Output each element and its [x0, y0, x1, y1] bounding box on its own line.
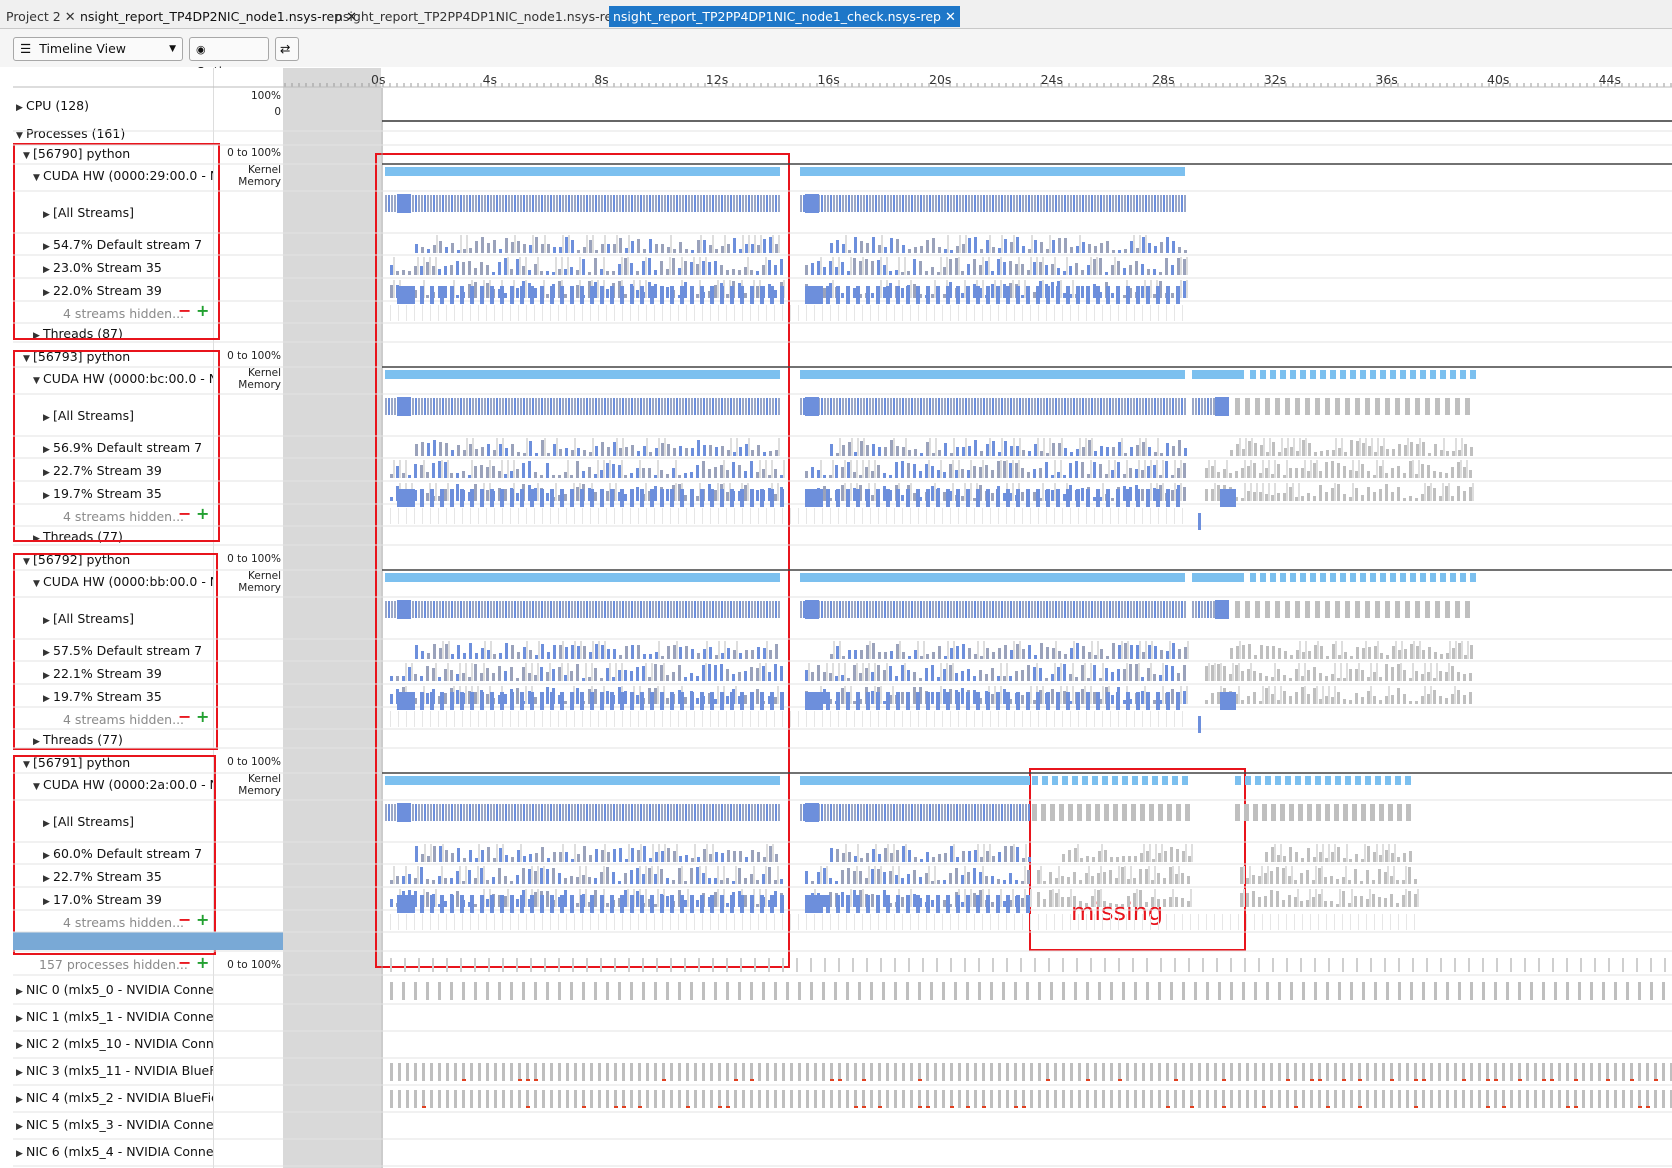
tab-project[interactable]: Project 2 ✕: [2, 6, 80, 27]
toolbar: ☰ Timeline View ▼ ◉ Options... ⇄: [0, 29, 1672, 79]
menu-icon: ☰: [20, 41, 32, 56]
range-label: 0 to 100%: [227, 756, 281, 768]
row-nic[interactable]: ▶NIC 2 (mlx5_10 - NVIDIA ConnectX: [13, 1036, 213, 1051]
row-nic[interactable]: ▶NIC 0 (mlx5_0 - NVIDIA ConnectX-: [13, 982, 213, 997]
chevron-right-icon[interactable]: ▶: [16, 1014, 26, 1024]
row-nic[interactable]: ▶NIC 1 (mlx5_1 - NVIDIA ConnectX-: [13, 1009, 213, 1024]
kernel-label: Kernel: [248, 164, 281, 176]
memory-label: Memory: [238, 176, 281, 188]
row-label: NIC 1 (mlx5_1 - NVIDIA ConnectX-: [26, 1009, 213, 1024]
kernel-memory-label: Kernel Memory: [213, 773, 281, 797]
cpu-scale: 100% 0: [213, 90, 283, 118]
kernel-memory-label: Kernel Memory: [213, 164, 281, 188]
row-label: Processes (161): [26, 126, 126, 141]
annotation-box-process-3: [13, 553, 218, 750]
ruler-tick: 36s: [1375, 72, 1398, 87]
chevron-right-icon[interactable]: ▶: [16, 1149, 26, 1159]
ruler-tick: 4s: [482, 72, 498, 87]
range-label: 0 to 100%: [227, 959, 281, 971]
kernel-label: Kernel: [248, 570, 281, 582]
tab-label: nsight_report_TP2PP4DP1NIC_node1.nsys-re…: [335, 9, 621, 24]
memory-label: Memory: [238, 582, 281, 594]
kernel-memory-label: Kernel Memory: [213, 570, 281, 594]
tab-report-check[interactable]: nsight_report_TP2PP4DP1NIC_node1_check.n…: [609, 6, 960, 27]
chevron-right-icon[interactable]: ▶: [16, 1095, 26, 1105]
row-nic[interactable]: ▶NIC 5 (mlx5_3 - NVIDIA ConnectX-: [13, 1117, 213, 1132]
annotation-box-timeline-range: [375, 153, 790, 968]
close-icon[interactable]: ✕: [945, 10, 956, 25]
row-cpu[interactable]: ▶ CPU (128): [13, 98, 213, 113]
swap-icon: ⇄: [280, 41, 291, 56]
row-label: NIC 3 (mlx5_11 - NVIDIA BlueField: [26, 1063, 213, 1078]
tab-bar: Project 2 ✕ nsight_report_TP4DP2NIC_node1…: [0, 0, 1672, 29]
kernel-label: Kernel: [248, 773, 281, 785]
row-label: 157 processes hidden...: [39, 957, 188, 972]
view-selector[interactable]: ☰ Timeline View ▼: [13, 37, 183, 61]
plus-icon[interactable]: +: [196, 953, 209, 972]
row-nic[interactable]: ▶NIC 6 (mlx5_4 - NVIDIA ConnectX-: [13, 1144, 213, 1159]
tab-report-tp4dp2nic[interactable]: nsight_report_TP4DP2NIC_node1.nsys-rep ✕: [76, 6, 361, 27]
range-label: 0 to 100%: [227, 553, 281, 565]
chevron-right-icon[interactable]: ▶: [16, 1041, 26, 1051]
kernel-memory-label: Kernel Memory: [213, 367, 281, 391]
row-scale-pane: [213, 68, 284, 1168]
view-label: Timeline View: [39, 41, 126, 56]
memory-label: Memory: [238, 785, 281, 797]
tab-label: nsight_report_TP2PP4DP1NIC_node1_check.n…: [613, 9, 941, 24]
tab-label: nsight_report_TP4DP2NIC_node1.nsys-rep: [80, 9, 343, 24]
row-processes[interactable]: ▼ Processes (161): [13, 126, 213, 141]
annotation-box-process-1: [13, 143, 220, 340]
chevron-down-icon: ▼: [169, 44, 176, 54]
row-label: NIC 4 (mlx5_2 - NVIDIA BlueField-3: [26, 1090, 213, 1105]
ruler-tick: 44s: [1598, 72, 1622, 87]
chevron-right-icon[interactable]: ▶: [16, 1068, 26, 1078]
row-label: NIC 6 (mlx5_4 - NVIDIA ConnectX-: [26, 1144, 213, 1159]
ruler-tick: 32s: [1263, 72, 1287, 87]
eye-icon: ◉: [196, 43, 206, 56]
scale-bottom: 0: [274, 106, 281, 118]
pre-start-region: [283, 68, 381, 1168]
missing-label: missing: [1071, 898, 1164, 926]
ruler-tick: 8s: [594, 72, 609, 87]
row-nic[interactable]: ▶NIC 3 (mlx5_11 - NVIDIA BlueField: [13, 1063, 213, 1078]
row-label: NIC 0 (mlx5_0 - NVIDIA ConnectX-: [26, 982, 213, 997]
minus-icon[interactable]: −: [178, 953, 191, 972]
row-label: CPU (128): [26, 98, 90, 113]
ruler-tick: 40s: [1487, 72, 1510, 87]
chevron-right-icon[interactable]: ▶: [16, 987, 26, 997]
kernel-label: Kernel: [248, 367, 281, 379]
chevron-right-icon[interactable]: ▶: [16, 1122, 26, 1132]
memory-label: Memory: [238, 379, 281, 391]
chevron-right-icon[interactable]: ▶: [16, 103, 26, 113]
annotation-box-process-2: [13, 350, 220, 542]
ruler-tick: 12s: [705, 72, 729, 87]
tab-label: Project 2: [6, 9, 61, 24]
options-button[interactable]: ◉ Options...: [189, 37, 269, 79]
ruler-tick: 24s: [1040, 72, 1064, 87]
row-label: NIC 5 (mlx5_3 - NVIDIA ConnectX-: [26, 1117, 213, 1132]
ruler-tick: 16s: [817, 72, 840, 87]
ruler-tick: 0s: [371, 72, 386, 87]
row-nic[interactable]: ▶NIC 4 (mlx5_2 - NVIDIA BlueField-3: [13, 1090, 213, 1105]
close-icon[interactable]: ✕: [65, 10, 76, 25]
scale-top: 100%: [250, 90, 281, 102]
ruler-tick: 28s: [1152, 72, 1175, 87]
swap-button[interactable]: ⇄: [275, 37, 299, 61]
range-label: 0 to 100%: [227, 147, 281, 159]
chevron-down-icon[interactable]: ▼: [16, 131, 26, 141]
annotation-box-process-4: [13, 755, 216, 955]
row-label: NIC 2 (mlx5_10 - NVIDIA ConnectX: [26, 1036, 213, 1051]
range-label: 0 to 100%: [227, 350, 281, 362]
tab-report-tp2pp4dp1nic[interactable]: nsight_report_TP2PP4DP1NIC_node1.nsys-re…: [331, 6, 624, 27]
ruler-tick: 20s: [929, 72, 952, 87]
